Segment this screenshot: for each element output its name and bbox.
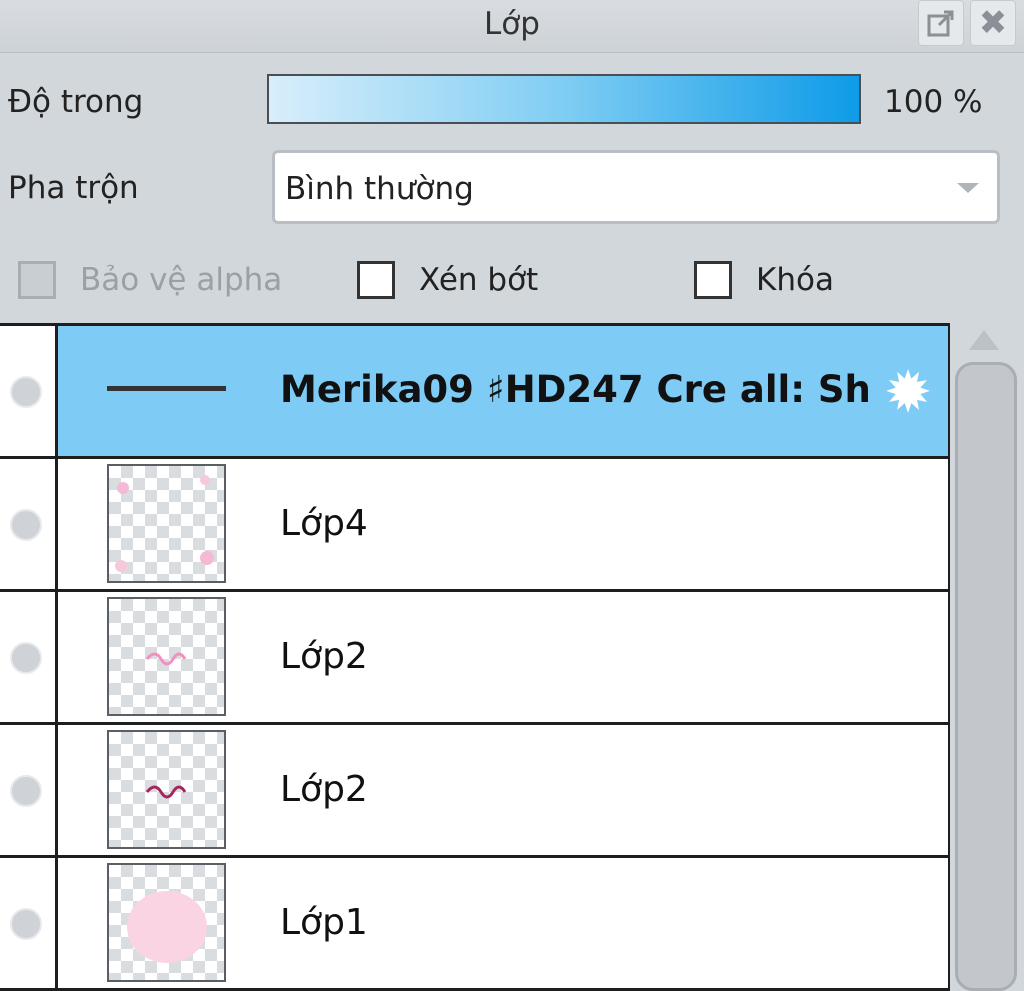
clip-checkbox[interactable]: Xén bớt (357, 257, 538, 303)
gear-icon[interactable]: ✹ (880, 363, 936, 421)
layer-name: Lớp4 (280, 503, 368, 544)
opacity-value: 100 % (884, 84, 983, 120)
blend-mode-value: Bình thường (285, 171, 474, 207)
layer-row[interactable]: Lớp2 (0, 592, 948, 725)
close-icon[interactable]: ✖ (970, 0, 1016, 46)
layer-thumbnail (107, 730, 226, 849)
eye-dot-icon[interactable] (10, 642, 42, 674)
popout-icon-graphic (927, 10, 954, 37)
layer-name: Lớp1 (280, 902, 368, 943)
thumbnail-art (145, 785, 187, 799)
thumbnail-art (145, 652, 187, 666)
lock-label: Khóa (756, 262, 834, 298)
visibility-column (0, 326, 58, 456)
layer-name: Merika09 ♯HD247 Cre all: Sh (280, 368, 871, 411)
layer-name: Lớp2 (280, 636, 368, 677)
checkbox-box (18, 261, 56, 299)
layer-name: Lớp2 (280, 769, 368, 810)
protect-alpha-label: Bảo vệ alpha (80, 262, 283, 298)
clip-label: Xén bớt (419, 262, 539, 298)
layer-thumbnail (107, 597, 226, 716)
scroll-up-arrow-icon[interactable] (969, 330, 999, 350)
eye-dot-icon[interactable] (10, 908, 42, 940)
eye-dot-icon[interactable] (10, 376, 42, 408)
opacity-label: Độ trong (8, 84, 144, 120)
checkbox-box (357, 261, 395, 299)
layer-list: Merika09 ♯HD247 Cre all: Sh ✹ Lớp4 Lớp2 (0, 323, 950, 991)
blend-label: Pha trộn (8, 170, 139, 206)
opacity-slider[interactable] (267, 74, 861, 124)
layer-row[interactable]: Lớp1 (0, 858, 948, 991)
blend-mode-select[interactable]: Bình thường (272, 150, 1000, 224)
protect-alpha-checkbox[interactable]: Bảo vệ alpha (18, 257, 282, 303)
visibility-column (0, 725, 58, 855)
popout-icon[interactable] (918, 0, 964, 46)
eye-dot-icon[interactable] (10, 509, 42, 541)
scrollbar-thumb[interactable] (955, 362, 1017, 991)
layer-thumbnail (107, 863, 226, 982)
thumbnail-art (127, 891, 207, 963)
layer-row[interactable]: Lớp2 (0, 725, 948, 858)
thumbnail-art (115, 475, 214, 572)
panel-title: Lớp (484, 6, 540, 42)
layer-row-folder[interactable]: Merika09 ♯HD247 Cre all: Sh ✹ (0, 326, 948, 459)
panel-titlebar: Lớp ✖ (0, 0, 1024, 53)
layer-row[interactable]: Lớp4 (0, 459, 948, 592)
visibility-column (0, 459, 58, 589)
layer-thumbnail (107, 464, 226, 583)
lock-checkbox[interactable]: Khóa (694, 257, 834, 303)
visibility-column (0, 592, 58, 722)
checkbox-box (694, 261, 732, 299)
chevron-down-icon (957, 183, 979, 193)
folder-line-icon (107, 386, 226, 391)
eye-dot-icon[interactable] (10, 775, 42, 807)
visibility-column (0, 858, 58, 988)
